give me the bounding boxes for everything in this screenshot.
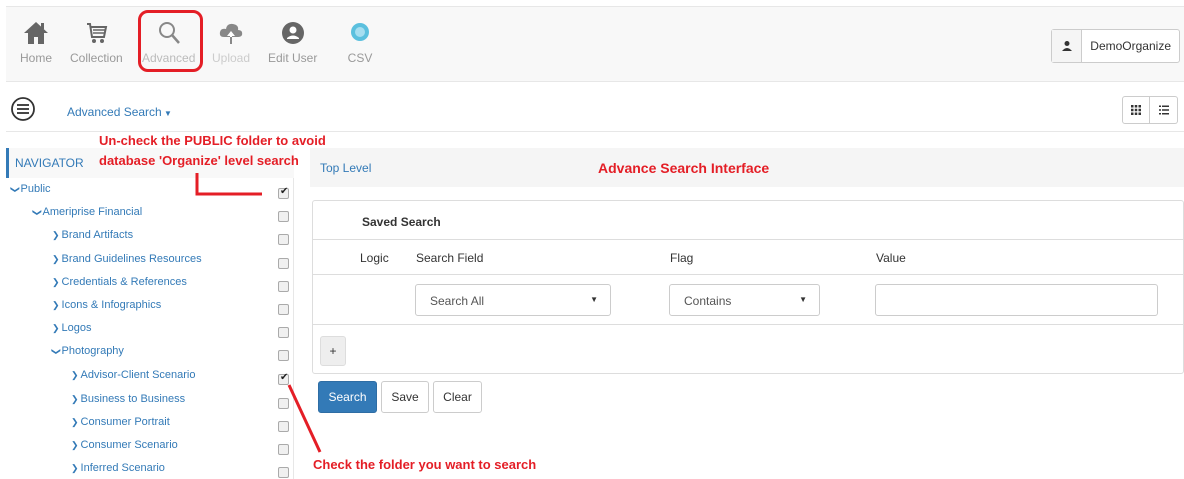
annotation-arrows xyxy=(195,173,322,453)
page: Home Collection Advanced Upload Edit Use… xyxy=(0,0,1184,479)
